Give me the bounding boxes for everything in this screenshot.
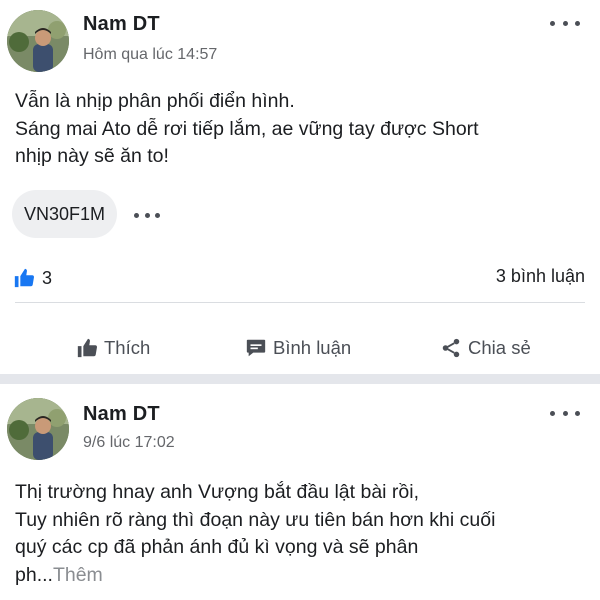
avatar[interactable] bbox=[7, 10, 69, 72]
action-bar: Thích Bình luận Chia sẻ bbox=[0, 330, 600, 366]
avatar-photo bbox=[7, 10, 69, 72]
like-count: 3 bbox=[42, 267, 53, 288]
ticker-tag[interactable]: VN30F1M bbox=[12, 190, 118, 238]
reaction-summary[interactable]: 3 bbox=[13, 265, 52, 291]
divider bbox=[15, 302, 585, 303]
tag-more-button[interactable] bbox=[134, 212, 160, 218]
post-body: Vẫn là nhịp phân phối điển hình. Sáng ma… bbox=[15, 90, 479, 167]
more-options-button[interactable] bbox=[550, 13, 580, 33]
share-button[interactable]: Chia sẻ bbox=[440, 330, 531, 366]
avatar[interactable] bbox=[7, 398, 69, 460]
share-label: Chia sẻ bbox=[468, 337, 531, 358]
share-icon bbox=[442, 338, 460, 358]
comment-button[interactable]: Bình luận bbox=[245, 330, 351, 366]
more-options-button[interactable] bbox=[550, 403, 580, 423]
post-timestamp[interactable]: 9/6 lúc 17:02 bbox=[83, 434, 175, 452]
like-button[interactable]: Thích bbox=[76, 330, 150, 366]
like-icon bbox=[77, 338, 97, 358]
post-body: Thị trường hnay anh Vượng bắt đầu lật bà… bbox=[15, 479, 585, 589]
like-icon bbox=[13, 267, 35, 289]
comments-count[interactable]: 3 bình luận bbox=[496, 266, 585, 287]
comment-icon bbox=[246, 339, 266, 357]
more-icon bbox=[550, 20, 555, 26]
like-label: Thích bbox=[104, 337, 151, 358]
author-name[interactable]: Nam DT bbox=[83, 403, 160, 426]
see-more-link[interactable]: Thêm bbox=[53, 564, 103, 586]
comment-label: Bình luận bbox=[273, 337, 352, 358]
post-card: Nam DT Hôm qua lúc 14:57 Vẫn là nhịp phâ… bbox=[0, 0, 600, 375]
avatar-photo bbox=[7, 398, 69, 460]
post-separator bbox=[0, 374, 600, 384]
author-name[interactable]: Nam DT bbox=[83, 13, 160, 36]
more-icon bbox=[550, 410, 555, 416]
post-timestamp[interactable]: Hôm qua lúc 14:57 bbox=[83, 46, 217, 64]
